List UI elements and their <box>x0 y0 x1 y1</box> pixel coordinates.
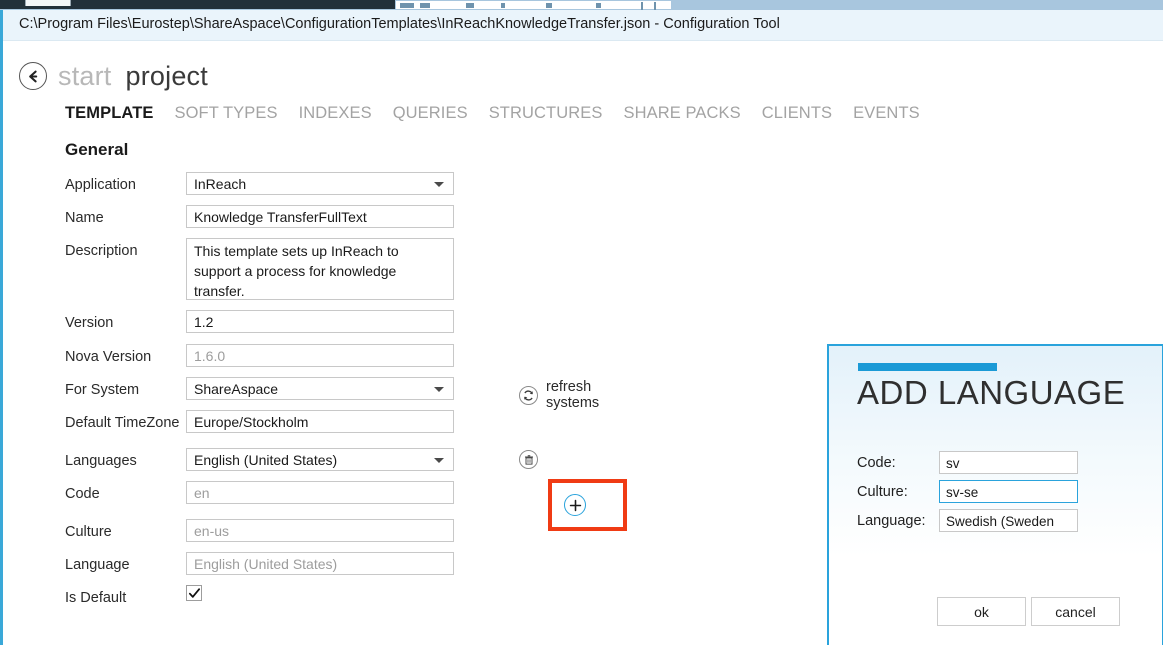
dialog-culture-input[interactable]: sv-se <box>939 480 1078 503</box>
dialog-label-language: Language: <box>857 509 939 533</box>
window-title: C:\Program Files\Eurostep\ShareAspace\Co… <box>19 16 780 32</box>
tab-bar: TEMPLATE SOFT TYPES INDEXES QUERIES STRU… <box>65 104 920 123</box>
window-titlebar: C:\Program Files\Eurostep\ShareAspace\Co… <box>3 10 1163 41</box>
tab-template[interactable]: TEMPLATE <box>65 104 154 123</box>
label-application: Application <box>3 172 186 196</box>
dialog-row-culture: Culture: sv-se <box>857 480 1078 509</box>
form-row-name: Name Knowledge TransferFullText <box>3 205 563 238</box>
bg-toolbar-icon <box>400 3 414 8</box>
label-language: Language <box>3 552 186 576</box>
form-row-nova-version: Nova Version 1.6.0 <box>3 344 563 377</box>
bg-toolbar-icon <box>654 2 656 10</box>
tab-soft-types[interactable]: SOFT TYPES <box>175 104 278 123</box>
bg-toolbar-icon <box>420 3 430 8</box>
check-icon <box>188 587 201 600</box>
nova-version-input: 1.6.0 <box>186 344 454 367</box>
window-content: start project TEMPLATE SOFT TYPES INDEXE… <box>3 41 1163 645</box>
dialog-code-input[interactable]: sv <box>939 451 1078 474</box>
form-row-languages: Languages English (United States) <box>3 448 563 481</box>
languages-value: English (United States) <box>194 450 337 471</box>
bg-toolbar-icon <box>546 3 552 8</box>
section-title-general: General <box>65 140 128 160</box>
dialog-cancel-button[interactable]: cancel <box>1031 597 1120 626</box>
tab-share-packs[interactable]: SHARE PACKS <box>623 104 740 123</box>
chevron-down-icon <box>434 387 444 392</box>
label-description: Description <box>3 238 186 262</box>
refresh-systems-label[interactable]: refresh systems <box>546 379 599 411</box>
form-row-language: Language English (United States) <box>3 552 563 585</box>
refresh-systems-action[interactable]: refresh systems <box>519 379 599 411</box>
name-input[interactable]: Knowledge TransferFullText <box>186 205 454 228</box>
is-default-checkbox[interactable] <box>186 585 202 601</box>
dialog-language-input[interactable]: Swedish (Sweden <box>939 509 1078 532</box>
for-system-combobox[interactable]: ShareAspace <box>186 377 454 400</box>
label-culture: Culture <box>3 519 186 543</box>
dialog-label-culture: Culture: <box>857 480 939 504</box>
tab-clients[interactable]: CLIENTS <box>762 104 832 123</box>
breadcrumb-current: project <box>126 61 208 92</box>
bg-toolbar-icon <box>466 3 474 8</box>
dialog-row-language: Language: Swedish (Sweden <box>857 509 1078 538</box>
tab-events[interactable]: EVENTS <box>853 104 920 123</box>
bg-toolbar-icon <box>641 2 643 10</box>
label-nova-version: Nova Version <box>3 344 186 368</box>
dialog-title: ADD LANGUAGE <box>857 374 1125 412</box>
tab-structures[interactable]: STRUCTURES <box>489 104 603 123</box>
languages-actions <box>519 450 538 469</box>
bg-toolbar-icon <box>596 3 601 8</box>
dialog-fields: Code: sv Culture: sv-se Language: Swedis… <box>857 451 1078 538</box>
tab-indexes[interactable]: INDEXES <box>299 104 372 123</box>
form-row-for-system: For System ShareAspace <box>3 377 563 410</box>
dialog-accent-bar <box>858 363 997 371</box>
form-row-description: Description This template sets up InReac… <box>3 238 563 310</box>
general-form: Application InReach Name Knowledge Trans… <box>3 172 563 618</box>
configuration-tool-window: C:\Program Files\Eurostep\ShareAspace\Co… <box>0 10 1163 645</box>
plus-icon <box>569 499 582 512</box>
add-language-dialog: ADD LANGUAGE Code: sv Culture: sv-se Lan… <box>827 344 1163 645</box>
application-combobox[interactable]: InReach <box>186 172 454 195</box>
background-window-toolbar <box>396 1 671 9</box>
screenshot-root: C:\Program Files\Eurostep\ShareAspace\Co… <box>0 0 1163 645</box>
dialog-buttons: ok cancel <box>937 597 1120 626</box>
application-value: InReach <box>194 174 246 195</box>
dialog-label-code: Code: <box>857 451 939 475</box>
form-row-is-default: Is Default <box>3 585 563 618</box>
languages-combobox[interactable]: English (United States) <box>186 448 454 471</box>
code-input: en <box>186 481 454 504</box>
background-window-tab <box>25 0 71 6</box>
form-row-code: Code en <box>3 481 563 519</box>
dialog-row-code: Code: sv <box>857 451 1078 480</box>
add-language-button[interactable] <box>564 494 586 516</box>
refresh-icon[interactable] <box>519 386 538 405</box>
culture-input: en-us <box>186 519 454 542</box>
label-name: Name <box>3 205 186 229</box>
description-textarea[interactable]: This template sets up InReach to support… <box>186 238 454 300</box>
back-arrow-icon <box>26 69 41 84</box>
back-button[interactable] <box>19 62 47 90</box>
breadcrumb: start project <box>19 58 208 94</box>
label-languages: Languages <box>3 448 186 472</box>
form-row-application: Application InReach <box>3 172 563 205</box>
form-row-default-timezone: Default TimeZone Europe/Stockholm <box>3 410 563 443</box>
version-input[interactable]: 1.2 <box>186 310 454 333</box>
label-code: Code <box>3 481 186 505</box>
default-timezone-input[interactable]: Europe/Stockholm <box>186 410 454 433</box>
label-default-timezone: Default TimeZone <box>3 410 186 434</box>
chevron-down-icon <box>434 458 444 463</box>
tab-queries[interactable]: QUERIES <box>393 104 468 123</box>
breadcrumb-parent[interactable]: start <box>58 61 112 92</box>
form-row-version: Version 1.2 <box>3 310 563 344</box>
trash-icon[interactable] <box>519 450 538 469</box>
label-version: Version <box>3 310 186 334</box>
for-system-value: ShareAspace <box>194 379 278 400</box>
language-input: English (United States) <box>186 552 454 575</box>
label-for-system: For System <box>3 377 186 401</box>
form-row-culture: Culture en-us <box>3 519 563 552</box>
bg-toolbar-icon <box>501 3 505 8</box>
chevron-down-icon <box>434 182 444 187</box>
label-is-default: Is Default <box>3 585 186 609</box>
dialog-ok-button[interactable]: ok <box>937 597 1026 626</box>
